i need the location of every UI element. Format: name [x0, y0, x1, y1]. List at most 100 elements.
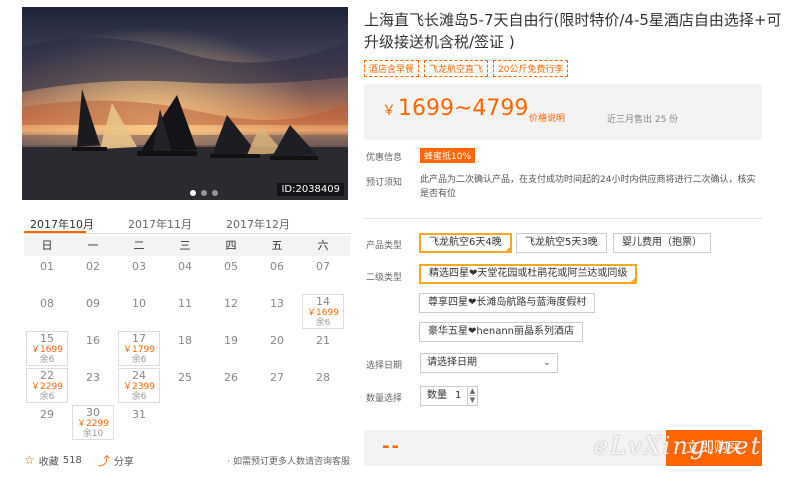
calendar-day-available[interactable]: 17 ￥1799 余6: [118, 331, 160, 366]
calendar-day: 03: [116, 256, 162, 293]
sales-count: 近三月售出 25 份: [607, 115, 679, 125]
calendar-day-available[interactable]: 14 ￥1699 余6: [302, 294, 344, 329]
calendar-day: 09: [70, 293, 116, 330]
calendar-day-number: 30: [86, 406, 100, 419]
calendar-day-stock: 余6: [39, 355, 55, 365]
calendar-day: 23: [70, 367, 116, 404]
image-id-label: ID:2038409: [277, 183, 344, 196]
calendar-day: 19: [208, 330, 254, 367]
calendar-weekday-header: 日 一 二 三 四 五 六: [24, 236, 350, 256]
hero-image[interactable]: ID:2038409: [22, 7, 348, 200]
carousel-dot[interactable]: [190, 190, 196, 196]
calendar-day-number: 28: [316, 371, 330, 384]
calendar-day: 27: [254, 367, 300, 404]
calendar-day-number: 25: [178, 371, 192, 384]
calendar-day: 28: [300, 367, 346, 404]
carousel-dot[interactable]: [201, 190, 207, 196]
option-sub-four-star-select[interactable]: 精选四星❤天堂花园或杜鹃花或阿兰达或同级: [419, 264, 638, 284]
calendar-day-price: ￥2299: [31, 382, 63, 392]
quantity-value[interactable]: 1: [455, 387, 461, 405]
calendar-week-row: 22 ￥2299 余6 23 24 ￥2399 余6 25 26 27 28: [24, 367, 350, 404]
weekday-label: 一: [87, 239, 99, 252]
calendar-day-price: ￥1799: [123, 345, 155, 355]
quantity-label: 数量选择: [366, 394, 403, 404]
product-type-label: 产品类型: [366, 241, 403, 251]
option-type-infant[interactable]: 婴儿费用（抱票）: [613, 233, 711, 253]
price-calendar: 日 一 二 三 四 五 六 01 02 03 04 05 06 07 08 09 10 11 12 13…: [24, 236, 350, 441]
calendar-day-stock: 余6: [39, 392, 55, 402]
increment-icon[interactable]: ▲: [467, 387, 477, 396]
calendar-day-available[interactable]: 22 ￥2299 余6: [26, 368, 68, 403]
calendar-week-row: 08 09 10 11 12 13 14 ￥1699 余6: [24, 293, 350, 330]
total-price-placeholder: --: [382, 436, 401, 457]
price-range: ￥1699~4799: [382, 96, 528, 121]
calendar-day-available[interactable]: 15 ￥1699 余6: [26, 331, 68, 366]
carousel-dot[interactable]: [212, 190, 218, 196]
tab-month-nov[interactable]: 2017年11月: [122, 214, 198, 234]
calendar-day-number: 02: [86, 260, 100, 273]
calendar-day-number: 18: [178, 334, 192, 347]
calendar-day-number: 01: [40, 260, 54, 273]
weekday-label: 六: [317, 239, 329, 252]
calendar-day-number: 06: [270, 260, 284, 273]
calendar-day-number: 12: [224, 297, 238, 310]
notice-label: 预订须知: [366, 178, 403, 188]
currency-symbol: ￥: [382, 103, 396, 119]
action-bar: ☆ 收藏 518 ⤴ 分享 · 如需预订更多人数请咨询客服: [24, 450, 350, 470]
calendar-day-price: ￥1699: [31, 345, 63, 355]
promo-badge: 蜂蜜抵10%: [420, 148, 476, 163]
calendar-day-stock: 余6: [131, 392, 147, 402]
decrement-icon[interactable]: ▼: [467, 396, 477, 405]
calendar-day: 29: [24, 404, 70, 441]
calendar-day-stock: 余10: [82, 429, 104, 439]
calendar-day-available[interactable]: 30 ￥2299 余10: [72, 405, 114, 440]
active-month-underline: [24, 231, 86, 233]
calendar-day: 07: [300, 256, 346, 293]
calendar-grid: 01 02 03 04 05 06 07 08 09 10 11 12 13 14 ￥1699 余6 15 ￥16…: [24, 256, 350, 441]
calendar-day-number: 21: [316, 334, 330, 347]
calendar-day: 16: [70, 330, 116, 367]
share-label[interactable]: 分享: [114, 453, 134, 468]
calendar-day: 12: [208, 293, 254, 330]
date-select[interactable]: 请选择日期 ⌄: [420, 353, 558, 373]
calendar-day-number: 27: [270, 371, 284, 384]
feature-tag: 飞龙航空直飞: [424, 60, 489, 77]
section-divider: [364, 218, 762, 219]
calendar-day-number: 05: [224, 260, 238, 273]
option-sub-five-star[interactable]: 豪华五星❤henann丽晶系列酒店: [419, 322, 584, 342]
quantity-stepper[interactable]: 数量 1 ▲ ▼: [420, 386, 478, 406]
price-explanation-link[interactable]: 价格说明: [529, 111, 565, 124]
calendar-day-number: 09: [86, 297, 100, 310]
month-tabs-divider: [24, 233, 350, 234]
calendar-day: 20: [254, 330, 300, 367]
consult-note[interactable]: · 如需预订更多人数请咨询客服: [227, 454, 350, 467]
feature-tag: 酒店含早餐: [364, 60, 420, 77]
feature-tags: 酒店含早餐 飞龙航空直飞 20公斤免费行李: [364, 60, 569, 77]
calendar-day: 18: [162, 330, 208, 367]
calendar-day-number: 11: [178, 297, 192, 310]
sunset-sailboats-illustration: [22, 7, 348, 200]
share-icon[interactable]: ⤴: [98, 452, 110, 469]
calendar-day-number: 03: [132, 260, 146, 273]
tab-month-dec[interactable]: 2017年12月: [220, 214, 296, 234]
favorite-label[interactable]: 收藏: [39, 453, 59, 468]
calendar-day: 08: [24, 293, 70, 330]
calendar-day: 13: [254, 293, 300, 330]
option-type-6d4n[interactable]: 飞龙航空6天4晚: [419, 233, 512, 253]
calendar-day: 02: [70, 256, 116, 293]
calendar-day-number: 17: [132, 332, 146, 345]
calendar-day-available[interactable]: 24 ￥2399 余6: [118, 368, 160, 403]
calendar-week-row: 29 30 ￥2299 余10 31: [24, 404, 350, 441]
chevron-down-icon: ⌄: [542, 357, 551, 368]
calendar-day-number: 19: [224, 334, 238, 347]
calendar-day-number: 23: [86, 371, 100, 384]
option-type-5d3n[interactable]: 飞龙航空5天3晚: [516, 233, 607, 253]
buy-now-button[interactable]: 立即购买: [666, 430, 762, 466]
price-box: ￥1699~4799 价格说明 近三月售出 25 份: [364, 84, 762, 140]
star-icon[interactable]: ☆: [24, 453, 35, 467]
calendar-day: 11: [162, 293, 208, 330]
calendar-day-number: 20: [270, 334, 284, 347]
calendar-day: 26: [208, 367, 254, 404]
option-sub-four-star-premium[interactable]: 尊享四星❤长滩岛航路与蓝海度假村: [419, 293, 596, 313]
calendar-day-number: 15: [40, 332, 54, 345]
